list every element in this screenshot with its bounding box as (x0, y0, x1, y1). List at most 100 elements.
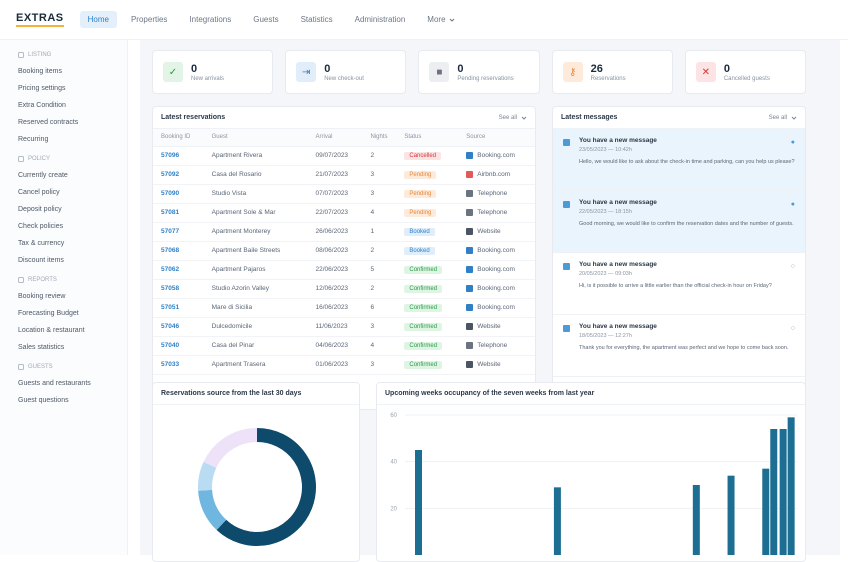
booking-id-cell[interactable]: 57046 (153, 317, 204, 337)
sidebar-item[interactable]: Currently create (18, 167, 127, 184)
table-row[interactable]: 57062 Apartment Pajaros 22/06/2023 5 Confirm… (153, 260, 535, 280)
sidebar-item[interactable]: Recurring (18, 131, 127, 148)
message-status-icon[interactable]: ● (791, 201, 795, 208)
occupancy-bar-16[interactable] (692, 485, 700, 555)
booking-id-cell[interactable]: 57051 (153, 298, 204, 318)
source-label: Website (477, 361, 501, 369)
table-row[interactable]: 57090 Studio Vista 07/07/2023 3 Pending Telep… (153, 184, 535, 204)
sidebar-item[interactable]: Pricing settings (18, 80, 127, 97)
message-status-icon[interactable]: ○ (791, 263, 795, 270)
column-header[interactable]: Nights (362, 129, 397, 147)
message-item[interactable]: ○ You have a new message 18/05/2023 — 12:2… (553, 315, 805, 377)
table-row[interactable]: 57033 Apartment Trasera 01/06/2023 3 Confirm… (153, 355, 535, 375)
status-cell: Booked (396, 222, 459, 242)
sidebar-group-title: Policy (28, 156, 51, 162)
donut-slice-3[interactable] (203, 428, 258, 469)
table-row[interactable]: 57068 Apartment Baile Streets 08/06/2023 2 B… (153, 241, 535, 261)
status-badge: Pending (404, 170, 437, 179)
nav-tab-1[interactable]: Properties (123, 11, 175, 28)
sidebar-item[interactable]: Sales statistics (18, 339, 127, 356)
table-row[interactable]: 57077 Apartment Monterey 26/06/2023 1 Booked… (153, 222, 535, 242)
status-badge: Pending (404, 208, 437, 217)
column-header[interactable]: Status (396, 129, 459, 147)
table-row[interactable]: 57081 Apartment Sole & Mar 22/07/2023 4 Pend… (153, 203, 535, 223)
stat-value: 0 (723, 62, 730, 75)
stat-card[interactable]: ■ 0 Pending reservations (418, 50, 540, 94)
nav-tab-2[interactable]: Integrations (181, 11, 239, 28)
message-item[interactable]: ● You have a new message 23/05/2023 — 10:4… (553, 129, 805, 191)
arrival-cell: 01/06/2023 (307, 355, 363, 375)
sidebar-item[interactable]: Tax & currency (18, 235, 127, 252)
donut-slice-2[interactable] (198, 461, 217, 491)
column-header[interactable]: Arrival (307, 129, 363, 147)
source-label: Airbnb.com (477, 171, 511, 179)
sidebar-item[interactable]: Cancel policy (18, 184, 127, 201)
source-cell: Website (458, 317, 535, 337)
nav-tab-6[interactable]: More (419, 11, 462, 28)
table-row[interactable]: 57040 Casa del Pinar 04/06/2023 4 Confirmed T… (153, 336, 535, 356)
table-row[interactable]: 57046 Dulcedomicile 11/06/2023 3 Confirmed We… (153, 317, 535, 337)
occupancy-bar-8[interactable] (553, 487, 561, 555)
nav-tab-0[interactable]: Home (79, 11, 117, 28)
stat-card[interactable]: ✓ 0 New arrivals (152, 50, 274, 94)
app-logo[interactable]: EXTRAS (16, 12, 64, 27)
stat-card[interactable]: ✕ 0 Cancelled guests (684, 50, 807, 94)
reservations-header: Latest reservations See all (153, 107, 535, 129)
sidebar-item[interactable]: Booking review (18, 288, 127, 305)
occupancy-bar-18[interactable] (727, 475, 735, 555)
sidebar-item[interactable]: Discount items (18, 252, 127, 269)
booking-id-cell[interactable]: 57062 (153, 260, 204, 280)
booking-id-cell[interactable]: 57040 (153, 336, 204, 356)
occupancy-bar-0[interactable] (415, 450, 422, 555)
source-cell: Website (458, 222, 535, 242)
occupancy-bar-prev-1[interactable] (787, 417, 795, 555)
table-row[interactable]: 57096 Apartment Rivera 09/07/2023 2 Cancelle… (153, 146, 535, 166)
occupancy-bar-20[interactable] (762, 468, 770, 555)
reservations-filter[interactable]: See all (499, 115, 527, 121)
status-badge: Confirmed (404, 303, 443, 312)
messages-filter[interactable]: See all (769, 115, 797, 121)
sidebar-item[interactable]: Guests and restaurants (18, 375, 127, 392)
nav-tab-5[interactable]: Administration (347, 11, 414, 28)
sidebar-item[interactable]: Check policies (18, 218, 127, 235)
booking-id-cell[interactable]: 57092 (153, 165, 204, 185)
sidebar-item[interactable]: Guest questions (18, 392, 127, 409)
occupancy-bar-prev-0[interactable] (770, 429, 778, 555)
booking-id-cell[interactable]: 57081 (153, 203, 204, 223)
message-status-icon[interactable]: ● (791, 139, 795, 146)
table-row[interactable]: 57051 Mare di Sicilia 16/06/2023 6 Confirmed… (153, 298, 535, 318)
sidebar-item[interactable]: Extra Condition (18, 97, 127, 114)
message-item[interactable]: ○ You have a new message 20/05/2023 — 09:0… (553, 253, 805, 315)
column-header[interactable]: Source (458, 129, 535, 147)
sidebar-item[interactable]: Location & restaurant (18, 322, 127, 339)
nav-tab-3[interactable]: Guests (245, 11, 286, 28)
column-header[interactable]: Booking ID (153, 129, 204, 147)
message-title: You have a new message (579, 261, 657, 268)
message-item[interactable]: ● You have a new message 22/05/2023 — 18:1… (553, 191, 805, 253)
booking-id-cell[interactable]: 57068 (153, 241, 204, 261)
booking-id-cell[interactable]: 57033 (153, 355, 204, 375)
stat-text: 0 New arrivals (191, 63, 224, 82)
column-header[interactable]: Guest (203, 129, 308, 147)
reservations-table: Booking ID Guest Arrival Nights Status Source… (153, 129, 535, 375)
sidebar-item[interactable]: Deposit policy (18, 201, 127, 218)
pending-icon: ■ (429, 62, 450, 82)
sidebar-item[interactable]: Reserved contracts (18, 114, 127, 131)
donut-slice-0[interactable] (216, 428, 316, 546)
source-label: Telephone (477, 209, 508, 217)
table-row[interactable]: 57092 Casa del Rosario 21/07/2023 3 Pending A… (153, 165, 535, 185)
booking-id-cell[interactable]: 57058 (153, 279, 204, 299)
message-status-icon[interactable]: ○ (791, 325, 795, 332)
sidebar-item[interactable]: Booking items (18, 63, 127, 80)
stat-card[interactable]: ⇥ 0 New check-out (285, 50, 407, 94)
table-row[interactable]: 57058 Studio Azorin Valley 12/06/2023 2 Conf… (153, 279, 535, 299)
occupancy-bar-21[interactable] (779, 429, 787, 555)
source-icon (466, 341, 474, 349)
donut-slice-1[interactable] (198, 489, 227, 531)
booking-id-cell[interactable]: 57090 (153, 184, 204, 204)
booking-id-cell[interactable]: 57096 (153, 146, 204, 166)
stat-card[interactable]: ⚷ 26 Reservations (551, 50, 673, 94)
booking-id-cell[interactable]: 57077 (153, 222, 204, 242)
nav-tab-4[interactable]: Statistics (293, 11, 341, 28)
sidebar-item[interactable]: Forecasting Budget (18, 305, 127, 322)
